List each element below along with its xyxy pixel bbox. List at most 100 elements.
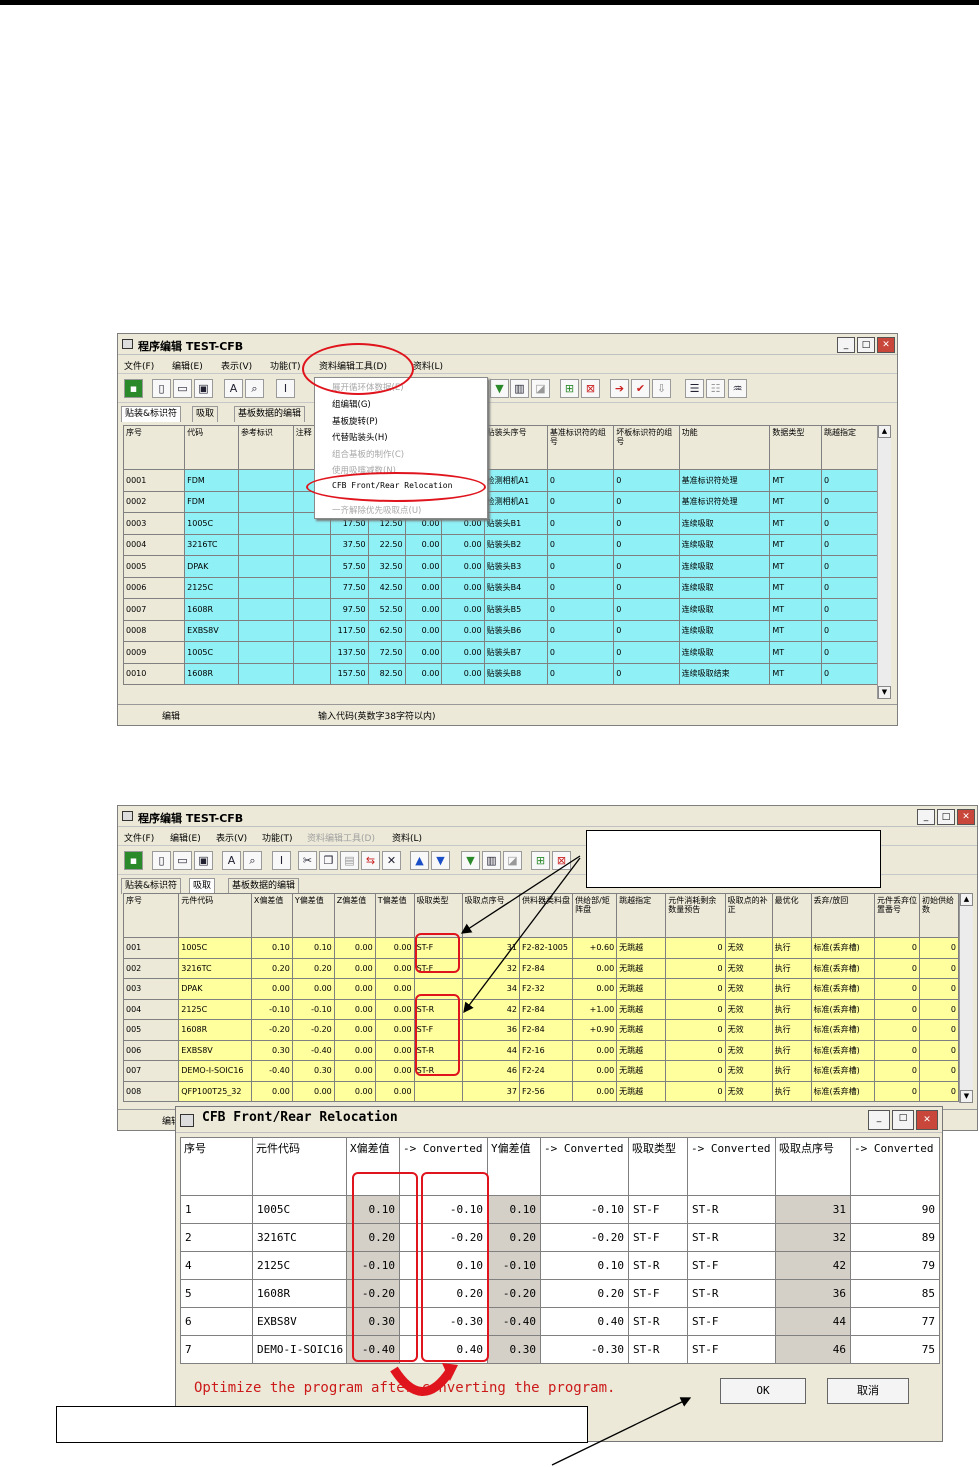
- tab-mount-mark[interactable]: 贴装&标识符: [121, 878, 182, 894]
- table-cell[interactable]: FDM: [184, 469, 239, 492]
- table-cell[interactable]: 46: [461, 1060, 520, 1082]
- table-cell[interactable]: 22.50: [367, 533, 406, 556]
- table-cell[interactable]: 0: [546, 512, 615, 535]
- column-header[interactable]: 贴装头序号: [483, 425, 548, 470]
- table-cell[interactable]: 0: [821, 641, 878, 664]
- open-folder-icon[interactable]: ▭: [173, 379, 192, 398]
- table-cell[interactable]: 执行: [771, 998, 812, 1020]
- open-folder-icon[interactable]: ▭: [173, 851, 192, 870]
- table-row[interactable]: 1 1005C 0.10 -0.10 0.10 -0.10 ST-F ST-R 31 90: [180, 1195, 940, 1224]
- table-cell[interactable]: 37: [461, 1080, 520, 1102]
- table-cell[interactable]: 0: [919, 1039, 959, 1061]
- table-cell[interactable]: 0.00: [250, 978, 293, 1000]
- table-cell[interactable]: 0: [546, 619, 615, 642]
- table-cell[interactable]: -0.20: [487, 1279, 541, 1308]
- table-cell[interactable]: DEMO-I-SOIC16: [178, 1060, 252, 1082]
- table-cell[interactable]: MT: [769, 641, 823, 664]
- table-row[interactable]: 6 EXBS8V 0.30 -0.30 -0.40 0.40 ST-R ST-F 44 77: [180, 1307, 940, 1336]
- table-cell[interactable]: 0.40: [540, 1307, 629, 1336]
- table-cell[interactable]: 0.00: [441, 555, 485, 578]
- table-cell[interactable]: 无效: [724, 1060, 773, 1082]
- column-header[interactable]: -> Converted: [850, 1137, 940, 1196]
- table-cell[interactable]: ST-F: [687, 1251, 776, 1280]
- table-cell[interactable]: 0.00: [404, 662, 443, 685]
- table-cell[interactable]: 贴装头B8: [483, 662, 548, 685]
- table-cell[interactable]: 标准(丢弃槽): [810, 1039, 875, 1061]
- column-header[interactable]: Y偏差值: [291, 893, 335, 938]
- table-cell[interactable]: [292, 555, 331, 578]
- table-cell[interactable]: 0.00: [333, 978, 376, 1000]
- table-cell[interactable]: 5: [180, 1279, 253, 1308]
- table-cell[interactable]: 0: [821, 598, 878, 621]
- arrow-right-icon[interactable]: ➔: [610, 379, 629, 398]
- table-cell[interactable]: 62.50: [367, 619, 406, 642]
- table-cell[interactable]: EXBS8V: [184, 619, 239, 642]
- table-cell[interactable]: +1.00: [572, 998, 618, 1020]
- table-cell[interactable]: 007: [122, 1060, 180, 1082]
- table-cell[interactable]: 0010: [122, 662, 186, 685]
- column-header[interactable]: 丢弃/放回: [810, 893, 875, 938]
- table-cell[interactable]: 97.50: [329, 598, 369, 621]
- minimize-button[interactable]: _: [917, 809, 935, 825]
- table-cell[interactable]: 0.00: [441, 619, 485, 642]
- table-cell[interactable]: 0: [665, 957, 726, 979]
- table-row[interactable]: 001 1005C 0.10 0.10 0.00 0.00 ST-F 31 F2-82-1005…: [122, 937, 959, 959]
- table-cell[interactable]: 0006: [122, 576, 186, 599]
- column-header[interactable]: 初始供给数: [919, 893, 959, 938]
- table-cell[interactable]: ST-F: [687, 1307, 776, 1336]
- table-cell[interactable]: 连续吸取: [678, 533, 771, 556]
- table-cell[interactable]: 0: [919, 1019, 959, 1041]
- table-cell[interactable]: 无跳越: [616, 937, 667, 959]
- table-cell[interactable]: 0.10: [250, 937, 293, 959]
- table-cell[interactable]: 0: [546, 576, 615, 599]
- table-cell[interactable]: -0.20: [291, 1019, 335, 1041]
- tool-icon[interactable]: ♒: [728, 379, 747, 398]
- table-cell[interactable]: 37.50: [329, 533, 369, 556]
- column-header[interactable]: 吸取类型: [413, 893, 463, 938]
- board-red-icon[interactable]: ⊠: [581, 379, 600, 398]
- table-cell[interactable]: 0: [873, 1039, 921, 1061]
- table-cell[interactable]: 无跳越: [616, 978, 667, 1000]
- vertical-scrollbar[interactable]: ▲ ▼: [877, 425, 891, 699]
- table-cell[interactable]: [292, 619, 331, 642]
- table-cell[interactable]: [413, 1080, 463, 1102]
- table-row[interactable]: 0008 EXBS8V 117.50 62.50 0.00 0.00 贴装头B6 0 0 连续吸取…: [122, 619, 878, 642]
- table-cell[interactable]: 31: [461, 937, 520, 959]
- table-cell[interactable]: 执行: [771, 1039, 812, 1061]
- table-cell[interactable]: 72.50: [367, 641, 406, 664]
- table-cell[interactable]: -0.30: [540, 1335, 629, 1364]
- table-cell[interactable]: 0.00: [572, 1039, 618, 1061]
- table-cell[interactable]: 无跳越: [616, 1080, 667, 1102]
- table-cell[interactable]: 0: [873, 957, 921, 979]
- minimize-button[interactable]: _: [837, 337, 855, 353]
- table-cell[interactable]: 77: [850, 1307, 940, 1336]
- table-cell[interactable]: F2-84: [518, 957, 574, 979]
- table-cell[interactable]: MT: [769, 576, 823, 599]
- table-cell[interactable]: 标准(丢弃槽): [810, 998, 875, 1020]
- table-cell[interactable]: 0004: [122, 533, 186, 556]
- table-cell[interactable]: ST-F: [687, 1335, 776, 1364]
- menu-file[interactable]: 文件(F): [124, 831, 154, 844]
- table-cell[interactable]: 0.00: [333, 998, 376, 1020]
- table-cell[interactable]: F2-82-1005: [518, 937, 574, 959]
- table-cell[interactable]: 0: [821, 512, 878, 535]
- table-cell[interactable]: -0.20: [250, 1019, 293, 1041]
- menu-item-board-rotate[interactable]: 基板旋转(P): [332, 415, 378, 427]
- column-header[interactable]: 代码: [184, 425, 239, 470]
- table-cell[interactable]: 0.10: [540, 1251, 629, 1280]
- table-cell[interactable]: 1005C: [252, 1195, 347, 1224]
- table-cell[interactable]: 0009: [122, 641, 186, 664]
- table-cell[interactable]: 0.00: [441, 662, 485, 685]
- table-cell[interactable]: 31: [775, 1195, 851, 1224]
- table-cell[interactable]: 0: [821, 469, 878, 492]
- table-cell[interactable]: 0.00: [374, 1080, 415, 1102]
- tab-pick[interactable]: 吸取: [189, 878, 216, 894]
- table-cell[interactable]: 0: [613, 619, 680, 642]
- table-cell[interactable]: 0: [546, 555, 615, 578]
- table-cell[interactable]: 0: [613, 641, 680, 664]
- table-cell[interactable]: 无效: [724, 998, 773, 1020]
- table-cell[interactable]: MT: [769, 512, 823, 535]
- table-cell[interactable]: ST-R: [687, 1223, 776, 1252]
- table-cell[interactable]: 0: [821, 555, 878, 578]
- table-cell[interactable]: 0.20: [487, 1223, 541, 1252]
